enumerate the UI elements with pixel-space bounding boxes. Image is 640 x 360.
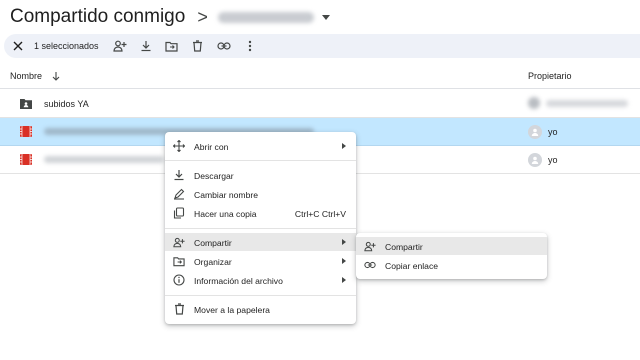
name-column-label: Nombre bbox=[10, 71, 43, 81]
owner-cell: yo bbox=[528, 153, 558, 167]
delete-button[interactable] bbox=[185, 36, 211, 56]
menu-divider bbox=[165, 228, 356, 229]
clear-selection-button[interactable] bbox=[10, 38, 26, 54]
file-name: subidos YA bbox=[44, 99, 89, 109]
menu-item-label: Hacer una copia bbox=[194, 209, 257, 219]
context-menu: Abrir con Descargar Cambiar nombre Hacer… bbox=[165, 132, 356, 324]
avatar bbox=[528, 153, 542, 167]
info-icon bbox=[173, 274, 185, 286]
person-icon bbox=[531, 128, 539, 136]
more-vert-icon bbox=[248, 40, 251, 52]
trash-icon bbox=[193, 40, 203, 52]
blurred-owner-name bbox=[546, 99, 628, 107]
menu-item-label: Información del archivo bbox=[194, 276, 283, 286]
name-column-header[interactable]: Nombre bbox=[10, 71, 60, 81]
header: Compartido conmigo > bbox=[0, 0, 640, 34]
page-title[interactable]: Compartido conmigo bbox=[10, 6, 185, 28]
menu-item-move-to-trash[interactable]: Mover a la papelera bbox=[165, 300, 356, 318]
move-button[interactable] bbox=[159, 36, 185, 56]
selection-count: 1 seleccionados bbox=[34, 41, 99, 51]
menu-item-label: Abrir con bbox=[194, 142, 229, 152]
file-name bbox=[44, 155, 164, 165]
submenu-arrow-icon bbox=[342, 239, 346, 245]
close-icon bbox=[13, 41, 23, 51]
video-file-icon bbox=[20, 126, 32, 137]
menu-item-organize[interactable]: Organizar bbox=[165, 252, 356, 270]
submenu-arrow-icon bbox=[342, 143, 346, 149]
trash-icon bbox=[173, 303, 185, 315]
more-actions-button[interactable] bbox=[237, 36, 263, 56]
download-icon bbox=[141, 41, 151, 52]
copy-icon bbox=[173, 207, 185, 219]
share-person-add-icon bbox=[112, 40, 127, 52]
menu-item-label: Cambiar nombre bbox=[194, 190, 258, 200]
owner-column-header[interactable]: Propietario bbox=[528, 71, 572, 81]
table-header: Nombre Propietario bbox=[0, 64, 640, 89]
submenu-item-label: Compartir bbox=[385, 242, 423, 252]
avatar bbox=[528, 125, 542, 139]
owner-cell bbox=[528, 97, 628, 109]
blurred-owner bbox=[528, 97, 540, 109]
breadcrumb-separator: > bbox=[197, 6, 208, 27]
folder-move-icon bbox=[173, 255, 185, 267]
menu-item-label: Compartir bbox=[194, 238, 232, 248]
link-icon bbox=[364, 259, 376, 271]
menu-item-file-info[interactable]: Información del archivo bbox=[165, 271, 356, 289]
selection-toolbar: 1 seleccionados bbox=[4, 34, 640, 58]
submenu-item-copy-link[interactable]: Copiar enlace bbox=[356, 256, 547, 274]
submenu-arrow-icon bbox=[342, 258, 346, 264]
share-person-add-icon bbox=[173, 236, 185, 248]
owner-cell: yo bbox=[528, 125, 558, 139]
chevron-down-icon bbox=[321, 14, 330, 20]
shared-folder-icon bbox=[20, 98, 32, 109]
submenu-item-label: Copiar enlace bbox=[385, 261, 439, 271]
menu-item-share[interactable]: Compartir bbox=[165, 233, 356, 251]
person-icon bbox=[531, 156, 539, 164]
menu-item-rename[interactable]: Cambiar nombre bbox=[165, 185, 356, 203]
rename-icon bbox=[173, 188, 185, 200]
menu-item-download[interactable]: Descargar bbox=[165, 166, 356, 184]
download-icon bbox=[173, 169, 185, 181]
table-row[interactable]: subidos YA bbox=[0, 90, 640, 118]
share-person-add-icon bbox=[364, 240, 376, 252]
blurred-file-name bbox=[44, 156, 164, 163]
menu-item-label: Descargar bbox=[194, 171, 234, 181]
submenu-item-share[interactable]: Compartir bbox=[356, 237, 547, 255]
menu-item-open-with[interactable]: Abrir con bbox=[165, 137, 356, 155]
owner-name: yo bbox=[548, 155, 558, 165]
breadcrumb-current-folder[interactable] bbox=[217, 11, 330, 23]
share-submenu: Compartir Copiar enlace bbox=[356, 233, 547, 279]
menu-item-label: Organizar bbox=[194, 257, 232, 267]
submenu-arrow-icon bbox=[342, 277, 346, 283]
share-button[interactable] bbox=[107, 36, 133, 56]
video-file-icon bbox=[20, 154, 32, 165]
owner-name: yo bbox=[548, 127, 558, 137]
folder-move-icon bbox=[165, 41, 178, 52]
menu-item-make-copy[interactable]: Hacer una copia Ctrl+C Ctrl+V bbox=[165, 204, 356, 222]
copy-link-button[interactable] bbox=[211, 36, 237, 56]
keyboard-shortcut: Ctrl+C Ctrl+V bbox=[294, 209, 346, 219]
blurred-folder-name bbox=[217, 11, 314, 23]
menu-divider bbox=[165, 295, 356, 296]
download-button[interactable] bbox=[133, 36, 159, 56]
menu-item-label: Mover a la papelera bbox=[194, 305, 270, 315]
link-icon bbox=[216, 42, 231, 50]
open-with-icon bbox=[173, 140, 185, 152]
menu-divider bbox=[165, 160, 356, 161]
arrow-down-icon bbox=[52, 72, 60, 81]
